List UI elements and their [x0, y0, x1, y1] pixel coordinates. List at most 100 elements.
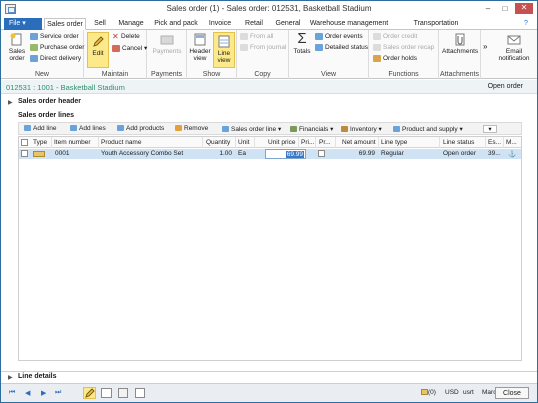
window-title: Sales order (1) - Sales order: 012531, B…: [166, 4, 372, 13]
cell-line-type[interactable]: Regular: [381, 150, 404, 157]
order-credit-button[interactable]: Order credit: [373, 33, 417, 40]
cancel-label: Cancel: [122, 45, 143, 52]
row-checkbox[interactable]: [21, 150, 28, 157]
tab-transportation-management[interactable]: Transportation management: [393, 18, 479, 38]
inventory-label: Inventory: [350, 126, 377, 133]
tab-manage[interactable]: Manage: [115, 18, 147, 30]
email-notification-button[interactable]: Email notification: [494, 33, 534, 62]
col-m[interactable]: M...: [506, 139, 517, 146]
detailed-status-button[interactable]: Detailed status: [315, 44, 368, 51]
chevron-down-icon: ▾: [22, 20, 26, 27]
close-button[interactable]: Close: [495, 387, 529, 399]
tab-sales-order[interactable]: Sales order: [44, 18, 86, 30]
order-events-button[interactable]: Order events: [315, 33, 363, 40]
cell-line-status[interactable]: Open order: [443, 150, 476, 157]
purchase-order-button[interactable]: Purchase order: [30, 44, 84, 51]
copy-from-journal-button[interactable]: From journal: [240, 44, 286, 51]
cancel-button[interactable]: Cancel ▾: [112, 44, 147, 52]
sales-order-line-menu[interactable]: Sales order line ▾: [222, 125, 281, 133]
totals-button[interactable]: Σ Totals: [292, 30, 312, 55]
attachment-indicator-icon[interactable]: [135, 388, 145, 398]
tab-sell[interactable]: Sell: [89, 18, 111, 30]
price-charges-checkbox[interactable]: [318, 150, 325, 157]
remove-button[interactable]: Remove: [175, 125, 208, 132]
header-view-button[interactable]: Header view: [189, 33, 211, 62]
anchor-icon[interactable]: ⚓: [508, 150, 516, 158]
payments-button[interactable]: Payments: [151, 33, 183, 55]
cell-estimated[interactable]: 39...: [488, 150, 501, 157]
col-divider: [235, 137, 236, 148]
attachments-button[interactable]: Attachments: [442, 33, 478, 55]
col-line-type[interactable]: Line type: [381, 139, 407, 146]
fasttab-sales-order-header[interactable]: ▶ Sales order header: [1, 97, 537, 108]
col-type[interactable]: Type: [33, 139, 47, 146]
add-line-button[interactable]: Add line: [24, 125, 57, 132]
cell-unit[interactable]: Ea: [238, 150, 246, 157]
group-attachments: Attachments Attachments: [439, 30, 481, 79]
tab-pick-and-pack[interactable]: Pick and pack: [152, 18, 200, 30]
cell-product-name[interactable]: Youth Accessory Combo Set: [101, 150, 183, 157]
line-view-button[interactable]: Line view: [213, 32, 235, 68]
alerts-indicator[interactable]: (0): [421, 389, 436, 396]
col-unit-price[interactable]: Unit price: [268, 139, 295, 146]
add-lines-button[interactable]: Add lines: [70, 125, 106, 132]
edit-mode-icon[interactable]: [83, 387, 96, 399]
tab-file[interactable]: File ▾: [4, 18, 42, 30]
col-net-amount[interactable]: Net amount: [342, 139, 376, 146]
service-order-button[interactable]: Service order: [30, 33, 79, 40]
sales-order-button[interactable]: Sales order: [6, 33, 28, 62]
close-window-button[interactable]: ✕: [515, 3, 533, 14]
cell-quantity[interactable]: 1.00: [209, 150, 232, 157]
sigma-icon: Σ: [297, 30, 307, 47]
edit-button[interactable]: Edit: [87, 32, 109, 68]
ribbon-more-button[interactable]: »: [483, 42, 487, 51]
previous-record-icon[interactable]: ◀: [25, 389, 30, 397]
col-line-status[interactable]: Line status: [443, 139, 474, 146]
select-all-checkbox[interactable]: [21, 139, 28, 146]
order-holds-button[interactable]: Order holds: [373, 55, 417, 62]
direct-delivery-button[interactable]: Direct delivery: [30, 55, 81, 62]
copy-icon: [240, 33, 248, 40]
col-quantity[interactable]: Quantity: [206, 139, 230, 146]
help-icon[interactable]: ?: [521, 18, 531, 30]
financials-menu[interactable]: Financials ▾: [290, 125, 333, 133]
maximize-button[interactable]: □: [498, 4, 512, 14]
tab-retail[interactable]: Retail: [240, 18, 268, 30]
remove-label: Remove: [184, 125, 209, 132]
col-product-name[interactable]: Product name: [101, 139, 141, 146]
toolbar-overflow-button[interactable]: ▾: [483, 125, 497, 133]
payments-icon: [160, 35, 174, 45]
tab-general[interactable]: General: [272, 18, 304, 30]
add-line-icon: [24, 125, 31, 132]
pencil-icon: [93, 36, 104, 47]
col-divider: [335, 137, 336, 148]
table-row[interactable]: 0001 Youth Accessory Combo Set 1.00 Ea 6…: [19, 149, 521, 159]
sales-order-label: Sales order: [8, 48, 26, 62]
cell-item-number[interactable]: 0001: [55, 150, 69, 157]
col-price-charges[interactable]: Pri...: [301, 139, 314, 146]
delete-button[interactable]: ✕ Delete: [112, 33, 140, 41]
sales-order-recap-button[interactable]: Sales order recap: [373, 44, 434, 51]
line-type-icon: [33, 151, 45, 157]
last-record-icon[interactable]: ⏭: [55, 389, 61, 397]
tab-warehouse-management[interactable]: Warehouse management: [309, 18, 389, 30]
tab-invoice[interactable]: Invoice: [205, 18, 235, 30]
next-record-icon[interactable]: ▶: [41, 389, 46, 397]
product-supply-menu[interactable]: Product and supply ▾: [393, 125, 463, 133]
unit-price-input[interactable]: 69.99: [265, 149, 306, 159]
col-estimated[interactable]: Es...: [488, 139, 501, 146]
copy-from-all-button[interactable]: From all: [240, 33, 273, 40]
col-price-unit[interactable]: Pr...: [319, 139, 331, 146]
fasttab-line-details[interactable]: ▶ Line details: [1, 371, 537, 382]
first-record-icon[interactable]: ⏮: [9, 389, 15, 397]
inventory-menu[interactable]: Inventory ▾: [341, 125, 382, 133]
detailed-status-icon: [315, 44, 323, 51]
add-products-button[interactable]: Add products: [117, 125, 164, 132]
notes-icon[interactable]: [118, 388, 128, 398]
cell-net-amount[interactable]: 69.99: [339, 150, 375, 157]
col-unit[interactable]: Unit: [238, 139, 250, 146]
alerts-count: (0): [428, 389, 436, 396]
document-icon[interactable]: [101, 388, 112, 398]
col-item-number[interactable]: Item number: [54, 139, 91, 146]
minimize-button[interactable]: –: [481, 4, 495, 14]
